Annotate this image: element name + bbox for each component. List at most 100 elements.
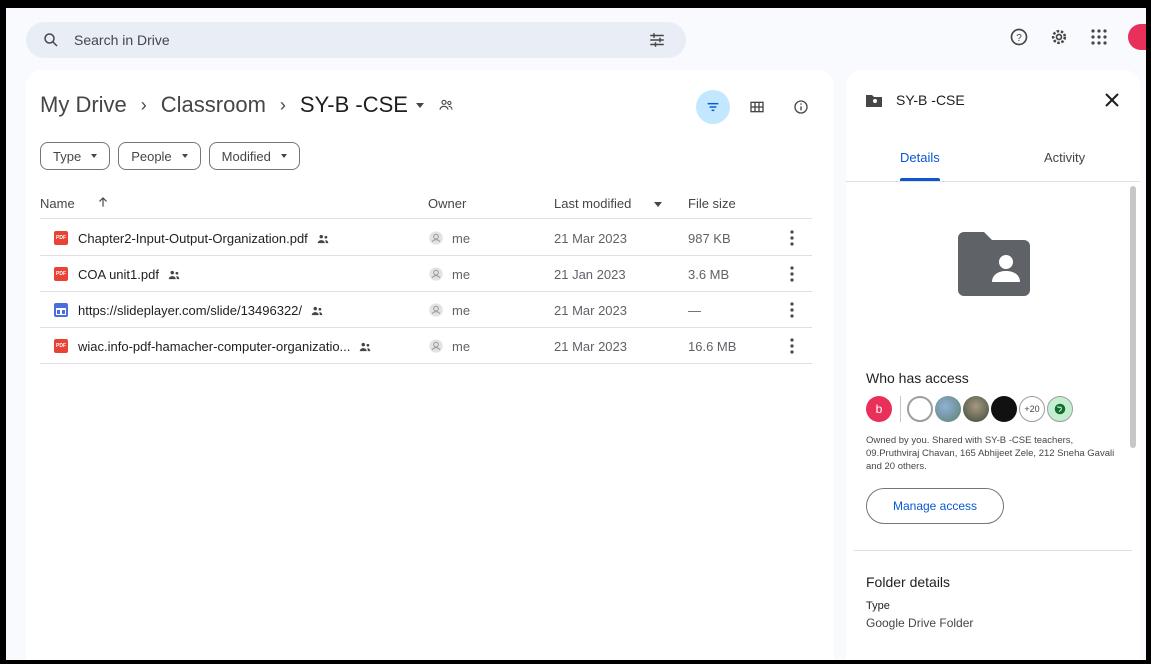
header-last-modified[interactable]: Last modified (554, 196, 631, 211)
site-link-icon (54, 303, 68, 317)
search-icon (44, 33, 58, 47)
person-icon (429, 267, 443, 281)
last-modified: 21 Jan 2023 (554, 267, 626, 282)
owner-name: me (452, 230, 471, 246)
manage-access-button[interactable]: Manage access (866, 488, 1004, 524)
person-icon (429, 339, 443, 353)
grid-view-button[interactable] (740, 90, 774, 124)
header-owner[interactable]: Owner (428, 196, 466, 211)
chip-label: Modified (221, 148, 271, 164)
modified-filter-chip[interactable]: Modified (208, 142, 300, 170)
avatar-photo (935, 396, 961, 422)
active-tab-indicator (900, 178, 940, 181)
close-icon[interactable] (1102, 90, 1122, 110)
people-filter-chip[interactable]: People (118, 142, 201, 170)
who-has-access-heading: Who has access (866, 370, 969, 386)
last-modified: 21 Mar 2023 (554, 339, 627, 354)
file-size: 987 KB (688, 231, 731, 246)
avatar: b (866, 396, 892, 422)
file-size: 16.6 MB (688, 339, 737, 354)
tab-details[interactable]: Details (900, 150, 940, 165)
owner-name: me (452, 302, 471, 318)
filter-list-button[interactable] (696, 90, 730, 124)
owner-name: me (452, 266, 471, 282)
divider (900, 396, 901, 422)
more-vert-icon[interactable] (784, 336, 800, 356)
header-name[interactable]: Name (40, 196, 75, 211)
tune-icon[interactable] (648, 31, 666, 49)
svg-text:?: ? (1016, 33, 1022, 44)
chevron-down-icon (280, 154, 287, 158)
file-list-panel: My Drive › Classroom › SY-B -CSE Type Pe… (26, 70, 834, 660)
more-vert-icon[interactable] (784, 228, 800, 248)
shared-icon (168, 270, 180, 279)
details-title: SY-B -CSE (896, 92, 965, 108)
top-right-actions: ? (1008, 24, 1146, 50)
info-button[interactable] (784, 90, 818, 124)
owner-name: me (452, 338, 471, 354)
details-tabs: Details Activity (846, 142, 1140, 182)
apps-grid-icon[interactable] (1088, 26, 1110, 48)
person-icon (429, 231, 443, 245)
info-icon (794, 100, 808, 114)
file-name: wiac.info-pdf-hamacher-computer-organiza… (78, 339, 351, 354)
arrow-up-icon[interactable] (96, 195, 110, 209)
tab-activity[interactable]: Activity (1044, 150, 1085, 165)
pdf-icon: PDF (54, 339, 68, 353)
chip-label: Type (53, 148, 82, 164)
avatar-dark (991, 396, 1017, 422)
last-modified: 21 Mar 2023 (554, 231, 627, 246)
breadcrumb: My Drive › Classroom › SY-B -CSE (40, 92, 454, 118)
type-label: Type (866, 600, 890, 612)
shared-icon (311, 306, 323, 315)
breadcrumb-classroom[interactable]: Classroom (161, 92, 266, 118)
filter-list-icon (707, 102, 719, 112)
breadcrumb-separator: › (279, 94, 286, 115)
account-avatar[interactable] (1128, 24, 1146, 50)
header-file-size[interactable]: File size (688, 196, 736, 211)
filter-chips: Type People Modified (40, 142, 308, 170)
view-controls (686, 90, 818, 124)
folder-details-heading: Folder details (866, 574, 951, 590)
details-panel: SY-B -CSE Details Activity Who has acces… (846, 70, 1140, 660)
help-icon[interactable]: ? (1008, 26, 1030, 48)
shared-folder-large-icon (958, 232, 1030, 296)
shared-folder-icon (439, 99, 453, 110)
chevron-down-icon (91, 154, 98, 158)
type-value: Google Drive Folder (866, 616, 974, 630)
pdf-icon: PDF (54, 231, 68, 245)
breadcrumb-current-folder[interactable]: SY-B -CSE (300, 92, 408, 118)
breadcrumb-separator: › (140, 94, 147, 115)
file-name: COA unit1.pdf (78, 267, 159, 282)
table-row[interactable]: https://slideplayer.com/slide/13496322/ … (40, 292, 812, 328)
type-filter-chip[interactable]: Type (40, 142, 111, 170)
avatar-photo (963, 396, 989, 422)
avatar-generic (907, 396, 933, 422)
person-icon (429, 303, 443, 317)
gear-icon[interactable] (1048, 26, 1070, 48)
access-avatars[interactable]: b +20 (866, 396, 1075, 422)
grid-view-icon (750, 101, 764, 113)
table-row[interactable]: PDF COA unit1.pdf me 21 Jan 2023 3.6 MB (40, 256, 812, 292)
table-header: Name Owner Last modified File size (40, 185, 812, 219)
file-size: 3.6 MB (688, 267, 730, 282)
shared-folder-icon (866, 95, 882, 107)
shared-icon (360, 342, 371, 351)
file-name: Chapter2-Input-Output-Organization.pdf (78, 231, 308, 246)
scrollbar[interactable] (1130, 186, 1136, 448)
search-bar[interactable]: Search in Drive (26, 22, 686, 58)
more-vert-icon[interactable] (784, 264, 800, 284)
chevron-down-icon (181, 154, 188, 158)
last-modified: 21 Mar 2023 (554, 303, 627, 318)
table-row[interactable]: PDF Chapter2-Input-Output-Organization.p… (40, 220, 812, 256)
more-vert-icon[interactable] (784, 300, 800, 320)
search-input[interactable]: Search in Drive (74, 32, 170, 48)
chevron-down-icon[interactable] (415, 102, 424, 108)
table-row[interactable]: PDF wiac.info-pdf-hamacher-computer-orga… (40, 328, 812, 364)
chip-label: People (131, 148, 172, 164)
shared-icon (317, 234, 329, 243)
breadcrumb-my-drive[interactable]: My Drive (40, 92, 127, 118)
globe-icon (1047, 396, 1073, 422)
more-people-count: +20 (1019, 396, 1045, 422)
divider (854, 550, 1132, 551)
